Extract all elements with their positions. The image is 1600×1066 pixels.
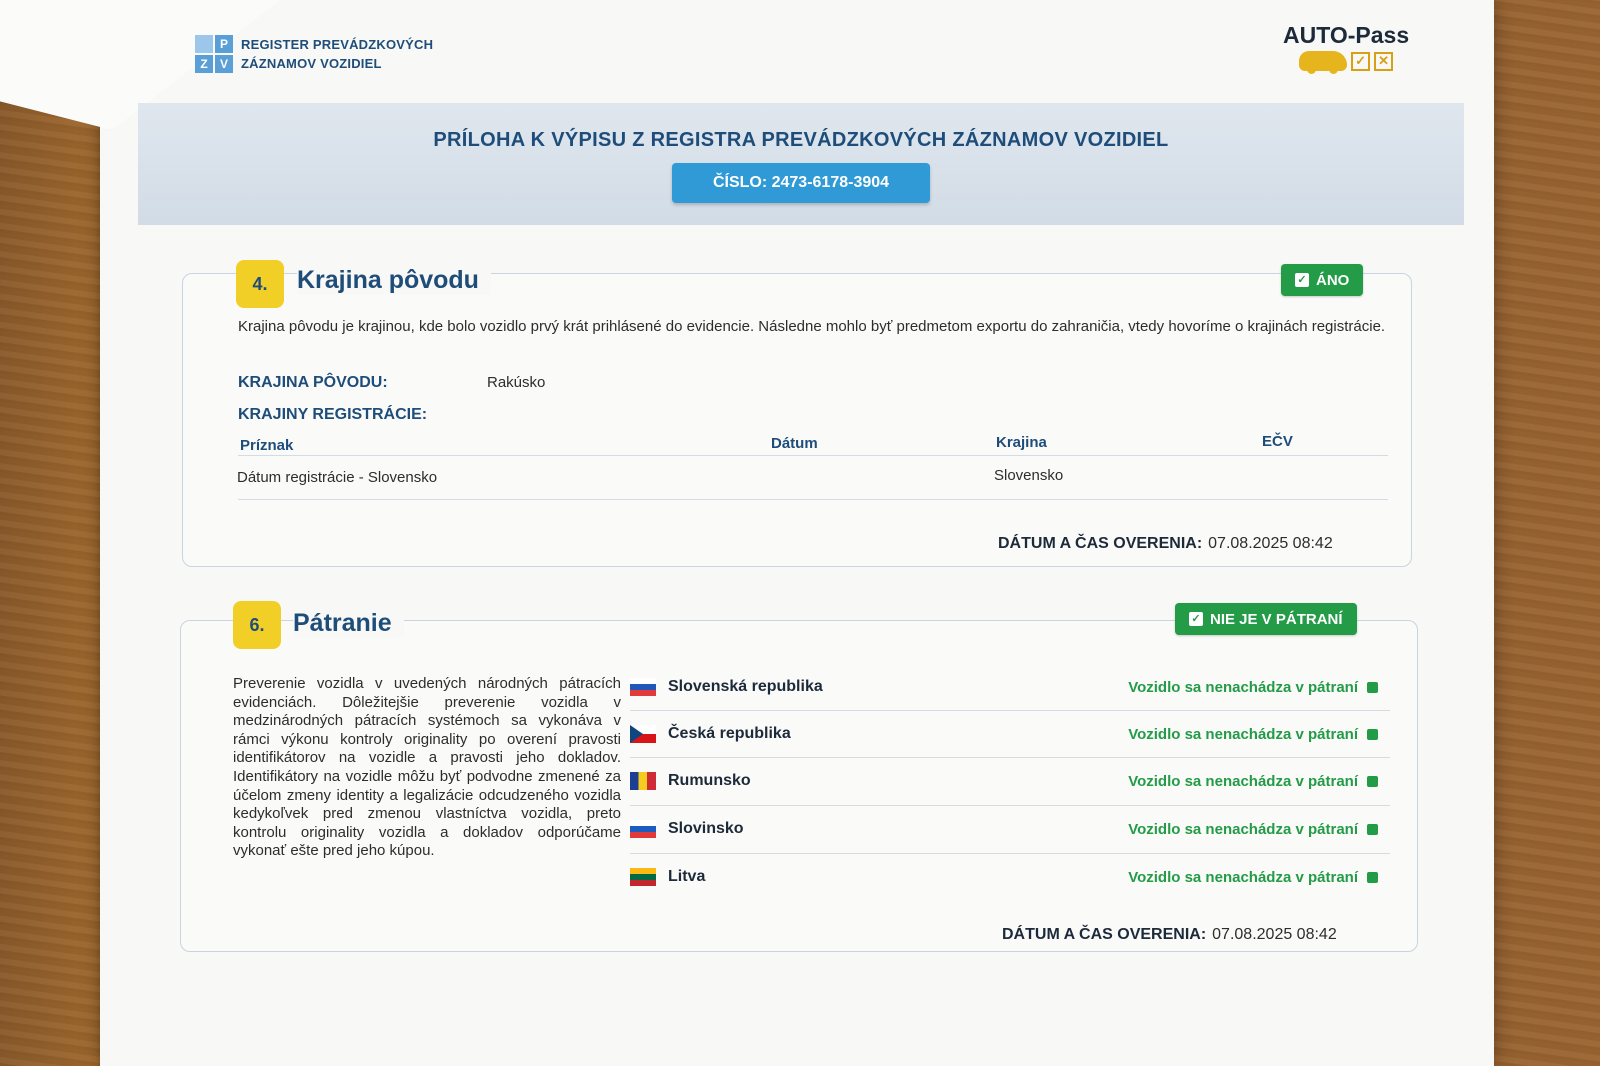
check-icon: [1367, 823, 1378, 835]
status-badge-label: ÁNO: [1316, 271, 1350, 289]
verification-datetime: DÁTUM A ČAS OVERENIA: 07.08.2025 08:42: [1002, 926, 1337, 944]
row-divider: [630, 757, 1390, 758]
search-status: Vozidlo sa nenachádza v pátraní: [1128, 678, 1358, 696]
section-number: 6.: [233, 601, 281, 649]
search-row: Rumunsko Vozidlo sa nenachádza v pátraní: [630, 766, 1378, 796]
country-name: Rumunsko: [668, 772, 751, 789]
search-status: Vozidlo sa nenachádza v pátraní: [1128, 772, 1358, 790]
rpzv-logo: P Z V REGISTER PREVÁDZKOVÝCH ZÁZNAMOV VO…: [195, 35, 433, 73]
document-number: ČÍSLO: 2473-6178-3904: [672, 163, 930, 203]
verification-datetime: DÁTUM A ČAS OVERENIA: 07.08.2025 08:42: [998, 535, 1333, 553]
origin-value: Rakúsko: [487, 374, 546, 391]
check-icon: [1367, 775, 1378, 787]
row-divider: [630, 710, 1390, 711]
registration-label: KRAJINY REGISTRÁCIE:: [238, 406, 428, 423]
check-icon: ✓: [1295, 273, 1309, 287]
check-icon: [1367, 871, 1378, 883]
status-badge: ✓ ÁNO: [1281, 264, 1364, 296]
table-header-flag: Príznak: [240, 437, 294, 454]
origin-label: KRAJINA PÔVODU:: [238, 374, 388, 391]
logo-letter-v: V: [215, 55, 233, 73]
check-icon: [1367, 728, 1378, 740]
table-cell-flag: Dátum registrácie - Slovensko: [237, 469, 438, 486]
romania-flag-icon: [630, 772, 656, 790]
verification-label: DÁTUM A ČAS OVERENIA:: [1002, 926, 1207, 943]
table-header-date: Dátum: [771, 435, 818, 452]
search-row: Česká republika Vozidlo sa nenachádza v …: [630, 719, 1378, 749]
document-title: PRÍLOHA K VÝPISU Z REGISTRA PREVÁDZKOVÝC…: [433, 129, 1169, 151]
table-divider: [238, 499, 1388, 500]
lithuania-flag-icon: [630, 868, 656, 886]
logo-line-1: REGISTER PREVÁDZKOVÝCH: [241, 37, 434, 52]
section-title: Krajina pôvodu: [297, 266, 491, 295]
car-icon: [1299, 51, 1348, 74]
slovakia-flag-icon: [630, 678, 656, 696]
check-icon: [1367, 681, 1378, 693]
search-status: Vozidlo sa nenachádza v pátraní: [1128, 820, 1358, 838]
czech-flag-icon: [630, 725, 656, 743]
autopass-title: AUTO-Pass: [1283, 22, 1410, 48]
country-name: Česká republika: [668, 725, 791, 742]
verification-label: DÁTUM A ČAS OVERENIA:: [998, 535, 1203, 552]
search-row: Slovenská republika Vozidlo sa nenachádz…: [630, 672, 1378, 702]
section-description: Krajina pôvodu je krajinou, kde bolo voz…: [238, 318, 1386, 335]
checkbox-checked-icon: ✓: [1351, 51, 1371, 71]
status-badge: ✓ NIE JE V PÁTRANÍ: [1175, 603, 1357, 635]
search-row: Litva Vozidlo sa nenachádza v pátraní: [630, 862, 1378, 892]
logo-grid-icon: P Z V: [195, 35, 233, 73]
status-badge-label: NIE JE V PÁTRANÍ: [1210, 610, 1343, 628]
country-name: Slovenská republika: [668, 678, 823, 695]
logo-letter-p: P: [215, 35, 233, 53]
title-banner: PRÍLOHA K VÝPISU Z REGISTRA PREVÁDZKOVÝC…: [138, 103, 1464, 225]
checkbox-crossed-icon: ✕: [1374, 51, 1394, 71]
check-icon: ✓: [1189, 612, 1203, 626]
slovenia-flag-icon: [630, 820, 656, 838]
table-divider: [238, 455, 1388, 456]
verification-value: 07.08.2025 08:42: [1208, 535, 1333, 552]
row-divider: [630, 853, 1390, 854]
autopass-logo: AUTO-Pass ✓ ✕: [1283, 22, 1410, 74]
table-cell-country: Slovensko: [994, 467, 1064, 484]
search-description: Preverenie vozidla v uvedených národných…: [233, 675, 621, 860]
table-header-plate: EČV: [1262, 433, 1293, 450]
row-divider: [630, 805, 1390, 806]
country-name: Slovinsko: [668, 820, 744, 837]
section-title: Pátranie: [293, 609, 404, 638]
country-name: Litva: [668, 868, 706, 885]
table-header-country: Krajina: [996, 434, 1047, 451]
search-status: Vozidlo sa nenachádza v pátraní: [1128, 725, 1358, 743]
logo-line-2: ZÁZNAMOV VOZIDIEL: [241, 56, 382, 71]
logo-letter-z: Z: [195, 55, 213, 73]
section-number: 4.: [236, 260, 284, 308]
search-row: Slovinsko Vozidlo sa nenachádza v pátran…: [630, 814, 1378, 844]
search-status: Vozidlo sa nenachádza v pátraní: [1128, 868, 1358, 886]
verification-value: 07.08.2025 08:42: [1212, 926, 1337, 943]
